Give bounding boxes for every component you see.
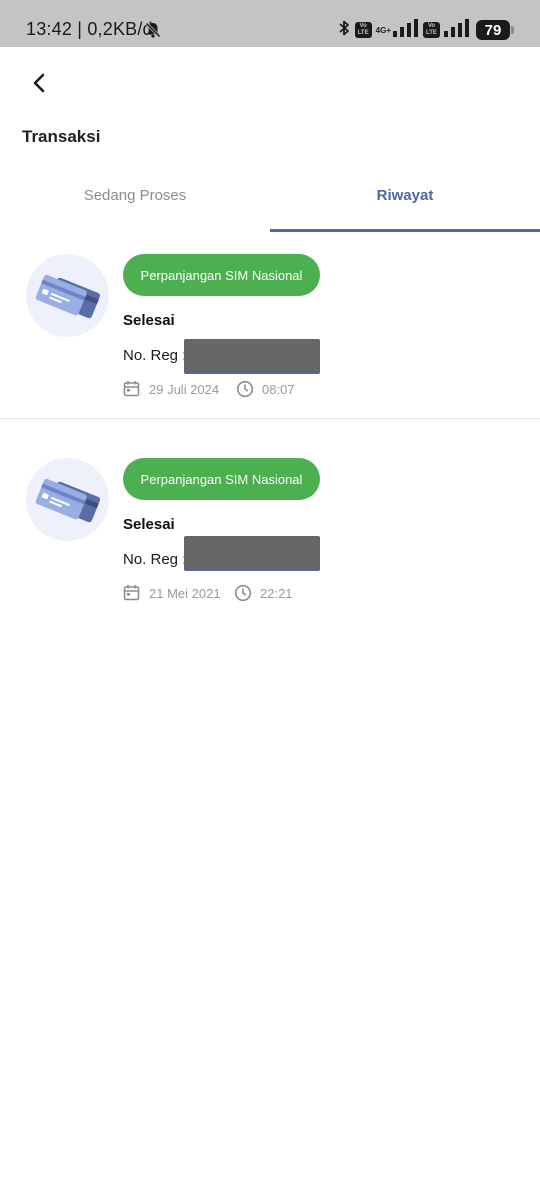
registration-number-redacted [184, 339, 320, 374]
calendar-icon [123, 584, 140, 606]
clock-icon [236, 380, 254, 403]
registration-label: No. Reg : [123, 347, 187, 364]
transaction-time: 22:21 [260, 586, 293, 601]
transaction-time: 08:07 [262, 382, 295, 397]
service-badge: Perpanjangan SIM Nasional [123, 458, 320, 500]
credit-card-icon [26, 254, 109, 337]
transaction-date: 29 Juli 2024 [149, 382, 220, 397]
transaction-date: 21 Mei 2021 [149, 586, 221, 601]
calendar-icon [123, 380, 140, 402]
transaction-item[interactable]: Perpanjangan SIM Nasional Selesai No. Re… [0, 0, 540, 418]
credit-card-icon [26, 458, 109, 541]
service-badge: Perpanjangan SIM Nasional [123, 254, 320, 296]
registration-label: No. Reg : [123, 551, 187, 568]
transaction-status: Selesai [123, 312, 175, 329]
transaction-status: Selesai [123, 516, 175, 533]
transaction-item[interactable]: Perpanjangan SIM Nasional Selesai No. Re… [0, 419, 540, 629]
clock-icon [234, 584, 252, 607]
registration-number-redacted [184, 536, 320, 571]
